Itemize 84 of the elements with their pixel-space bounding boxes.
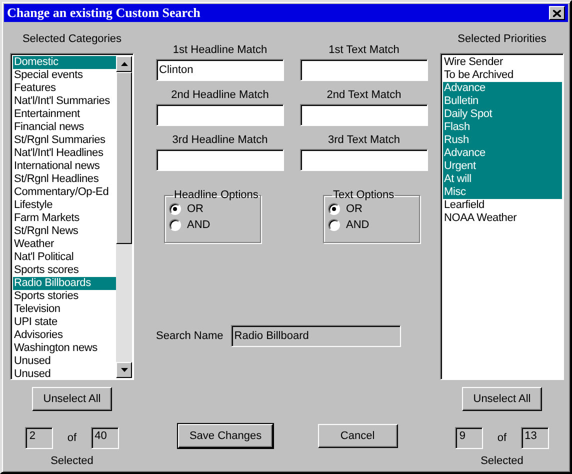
list-item[interactable]: Financial news	[13, 121, 116, 134]
list-item[interactable]: Bulletin	[443, 95, 562, 108]
list-title: Selected Categories	[22, 32, 122, 47]
radio-button[interactable]	[328, 203, 340, 215]
list-item[interactable]: Nat'l Political	[13, 251, 116, 264]
list-item[interactable]: Weather	[13, 238, 116, 251]
field-label: 2nd Headline Match	[171, 89, 269, 101]
list-item[interactable]: Entertainment	[13, 108, 116, 121]
radio-option[interactable]: AND	[328, 217, 419, 233]
of-label: of	[497, 432, 507, 444]
list-item[interactable]: Sports stories	[13, 290, 116, 303]
match-input-field[interactable]	[156, 149, 284, 171]
list-item[interactable]: Nat'l/Int'l Headlines	[13, 147, 116, 160]
selected-label: Selected	[480, 455, 524, 467]
total-count-field: 13	[520, 427, 549, 449]
scrollbar[interactable]	[116, 56, 132, 378]
list-item[interactable]: St/Rgnl Summaries	[13, 134, 116, 147]
list-item[interactable]: Wire Sender	[443, 56, 562, 69]
list-item[interactable]: Misc	[443, 186, 562, 199]
list-item[interactable]: Features	[13, 82, 116, 95]
list-item[interactable]: NOAA Weather	[443, 212, 562, 225]
list-item[interactable]: International news	[13, 160, 116, 173]
list-item[interactable]: Urgent	[443, 160, 562, 173]
field-label: 1st Headline Match	[172, 44, 268, 56]
list-item[interactable]: Learfield	[443, 199, 562, 212]
search-name-field[interactable]: Radio Billboard	[231, 325, 402, 347]
field-label: 2nd Text Match	[326, 89, 402, 101]
list-item[interactable]: UPI state	[13, 316, 116, 329]
radio-option[interactable]: OR	[169, 201, 260, 217]
total-count-field: 40	[90, 427, 119, 449]
radio-option[interactable]: OR	[328, 201, 419, 217]
list-title: Selected Priorities	[458, 32, 546, 47]
list-item[interactable]: Radio Billboards	[13, 277, 116, 290]
unselect-all-button[interactable]: Unselect All	[462, 387, 542, 411]
list-item[interactable]: Flash	[443, 121, 562, 134]
list-item[interactable]: Advance	[443, 82, 562, 95]
selected-label: Selected	[50, 455, 94, 467]
dialog-button[interactable]: Save Changes	[178, 424, 273, 448]
close-button[interactable]	[549, 6, 565, 20]
unselect-all-button[interactable]: Unselect All	[32, 387, 112, 411]
list-item[interactable]: Sports scores	[13, 264, 116, 277]
radio-option[interactable]: AND	[169, 217, 260, 233]
close-icon	[553, 10, 561, 16]
radio-button[interactable]	[328, 219, 340, 231]
field-label: 3rd Text Match	[328, 134, 400, 146]
group-title: Headline Options	[173, 189, 260, 201]
radio-button[interactable]	[169, 203, 181, 215]
list-item[interactable]: Washington news	[13, 342, 116, 355]
list-item[interactable]: Nat'l/Int'l Summaries	[13, 95, 116, 108]
dialog-button[interactable]: Cancel	[318, 424, 398, 448]
window-title: Change an existing Custom Search	[7, 5, 200, 21]
up-arrow-icon	[120, 62, 128, 66]
list-item[interactable]: St/Rgnl News	[13, 225, 116, 238]
match-input-field[interactable]	[300, 59, 428, 81]
match-input-field[interactable]	[300, 104, 428, 126]
list-item[interactable]: St/Rgnl Headlines	[13, 173, 116, 186]
list-item[interactable]: Rush	[443, 134, 562, 147]
down-arrow-icon	[120, 368, 128, 372]
list-item[interactable]: Farm Markets	[13, 212, 116, 225]
list-item[interactable]: Commentary/Op-Ed	[13, 186, 116, 199]
list-item[interactable]: Television	[13, 303, 116, 316]
list-item[interactable]: Unused	[13, 355, 116, 368]
match-input-field[interactable]	[300, 149, 428, 171]
list-item[interactable]: To be Archived	[443, 69, 562, 82]
radio-button[interactable]	[169, 219, 181, 231]
list-box[interactable]: Wire Sender To be Archived Advance Bulletin Daily Spot Flash Rush Advance Urgent At will Misc Learfield NOAA Weather	[440, 53, 564, 380]
field-label: 1st Text Match	[328, 44, 400, 56]
list-item[interactable]: Special events	[13, 69, 116, 82]
list-box[interactable]	[10, 53, 134, 380]
list-item[interactable]: Lifestyle	[13, 199, 116, 212]
list-item[interactable]: Domestic	[13, 56, 116, 69]
selected-count-field: 9	[455, 427, 484, 449]
match-input-field[interactable]	[156, 104, 284, 126]
list-item[interactable]: Advance	[443, 147, 562, 160]
group-title: Text Options	[332, 189, 396, 201]
list-item[interactable]: Unused	[13, 368, 116, 381]
field-label: Search Name	[156, 330, 224, 342]
list-item[interactable]: Advisories	[13, 329, 116, 342]
of-label: of	[67, 432, 77, 444]
match-input-field[interactable]: Clinton	[156, 59, 284, 81]
list-item[interactable]: Daily Spot	[443, 108, 562, 121]
list-item[interactable]: At will	[443, 173, 562, 186]
field-label: 3rd Headline Match	[172, 134, 268, 146]
selected-count-field: 2	[25, 427, 54, 449]
